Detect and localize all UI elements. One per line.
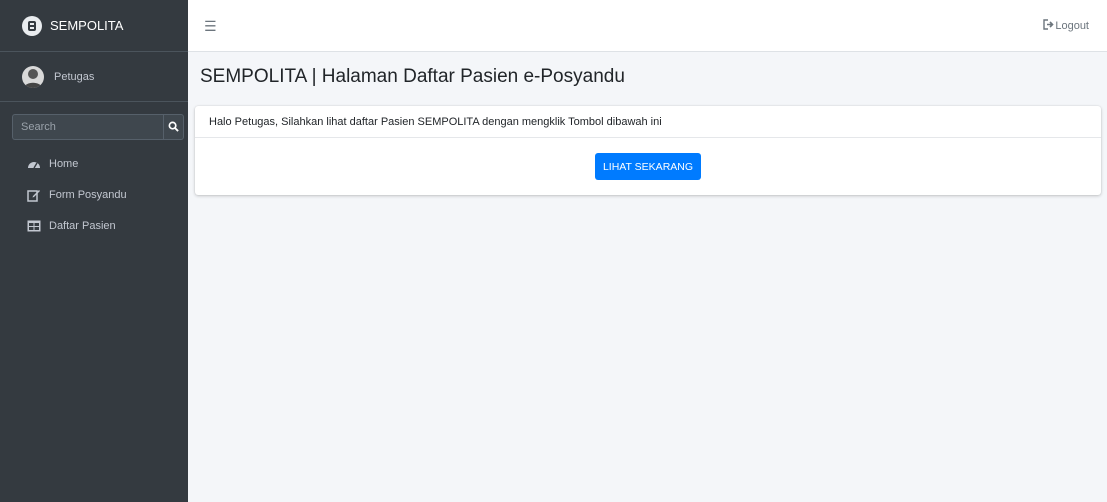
- sidebar-item-daftar-pasien[interactable]: Daftar Pasien: [0, 210, 188, 241]
- user-name: Petugas: [54, 70, 95, 83]
- search-input[interactable]: [12, 114, 163, 140]
- brand-link[interactable]: SEMPOLITA: [0, 0, 188, 52]
- sidebar-item-label: Home: [49, 157, 79, 170]
- user-panel[interactable]: Petugas: [0, 52, 188, 102]
- sidebar-nav: Home Form Posyandu Daftar Pasien: [0, 148, 188, 241]
- table-icon: [27, 219, 41, 233]
- info-card: Halo Petugas, Silahkan lihat daftar Pasi…: [195, 106, 1101, 195]
- tachometer-icon: [27, 157, 41, 171]
- sidebar: SEMPOLITA Petugas Home Form Posyandu: [0, 0, 188, 502]
- search-icon: [168, 120, 179, 135]
- sidebar-item-home[interactable]: Home: [0, 148, 188, 179]
- edit-icon: [27, 188, 41, 202]
- avatar: [22, 65, 44, 88]
- sidebar-search: [12, 114, 184, 140]
- card-header: Halo Petugas, Silahkan lihat daftar Pasi…: [195, 106, 1101, 138]
- brand-logo-icon: [22, 15, 42, 36]
- search-button[interactable]: [163, 114, 184, 140]
- top-navbar: ☰ Logout: [188, 0, 1107, 52]
- main-content: SEMPOLITA | Halaman Daftar Pasien e-Posy…: [188, 52, 1107, 502]
- card-body: LIHAT SEKARANG: [195, 138, 1101, 195]
- sidebar-item-label: Daftar Pasien: [49, 219, 116, 232]
- sidebar-item-label: Form Posyandu: [49, 188, 127, 201]
- logout-link[interactable]: Logout: [1043, 18, 1089, 33]
- logout-label: Logout: [1055, 19, 1089, 32]
- lihat-sekarang-button[interactable]: LIHAT SEKARANG: [594, 153, 702, 180]
- hamburger-icon[interactable]: ☰: [204, 19, 217, 33]
- sign-out-icon: [1043, 18, 1055, 33]
- sidebar-item-form-posyandu[interactable]: Form Posyandu: [0, 179, 188, 210]
- page-title: SEMPOLITA | Halaman Daftar Pasien e-Posy…: [200, 66, 625, 87]
- brand-name: SEMPOLITA: [50, 18, 124, 33]
